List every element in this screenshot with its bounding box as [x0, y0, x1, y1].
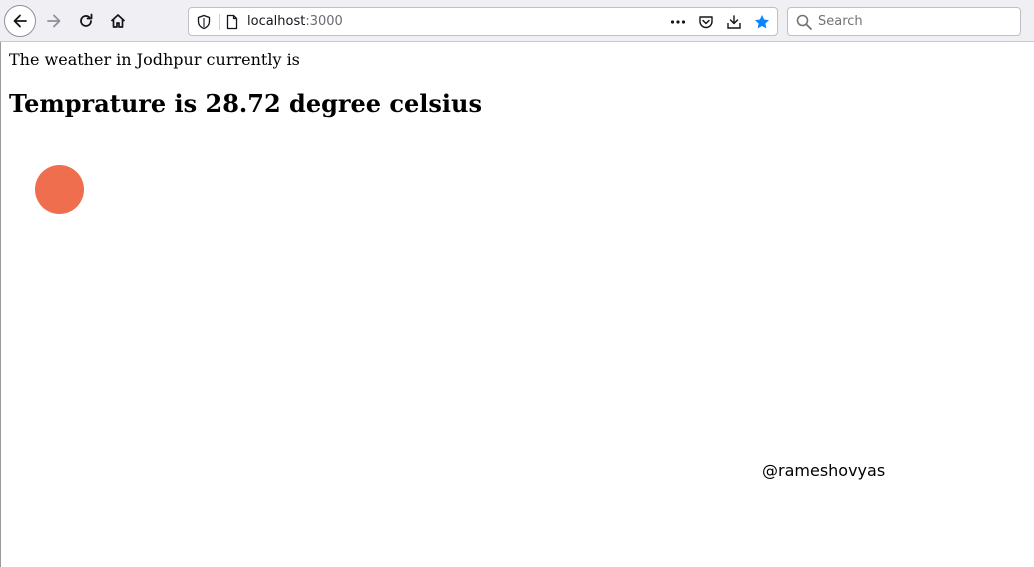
url-text[interactable]: localhost:3000: [247, 13, 343, 31]
pocket-icon[interactable]: [697, 13, 715, 31]
browser-toolbar: localhost:3000 Search: [0, 0, 1034, 42]
back-button[interactable]: [4, 5, 36, 37]
status-indicator-dot: [35, 165, 84, 214]
url-separator: [219, 14, 220, 30]
home-icon: [110, 14, 126, 28]
url-host: localhost: [247, 14, 306, 29]
page-icon[interactable]: [223, 13, 241, 31]
forward-button[interactable]: [38, 5, 70, 37]
star-icon[interactable]: [753, 13, 771, 31]
reload-icon: [80, 13, 93, 27]
address-bar[interactable]: localhost:3000: [188, 7, 778, 36]
home-button[interactable]: [102, 5, 134, 37]
search-icon: [795, 13, 813, 31]
more-icon[interactable]: [669, 13, 687, 31]
reload-button[interactable]: [70, 5, 102, 37]
author-handle: @rameshovyas: [762, 461, 886, 480]
arrow-left-icon: [13, 14, 27, 28]
search-placeholder[interactable]: Search: [818, 13, 863, 31]
url-port: :3000: [305, 14, 343, 29]
arrow-right-icon: [47, 14, 61, 28]
download-icon[interactable]: [725, 13, 743, 31]
shield-icon[interactable]: [195, 13, 213, 31]
search-bar[interactable]: Search: [787, 7, 1021, 36]
temperature-heading: Temprature is 28.72 degree celsius: [9, 89, 483, 118]
weather-intro-text: The weather in Jodhpur currently is: [9, 50, 300, 69]
window-border: [0, 42, 1, 567]
